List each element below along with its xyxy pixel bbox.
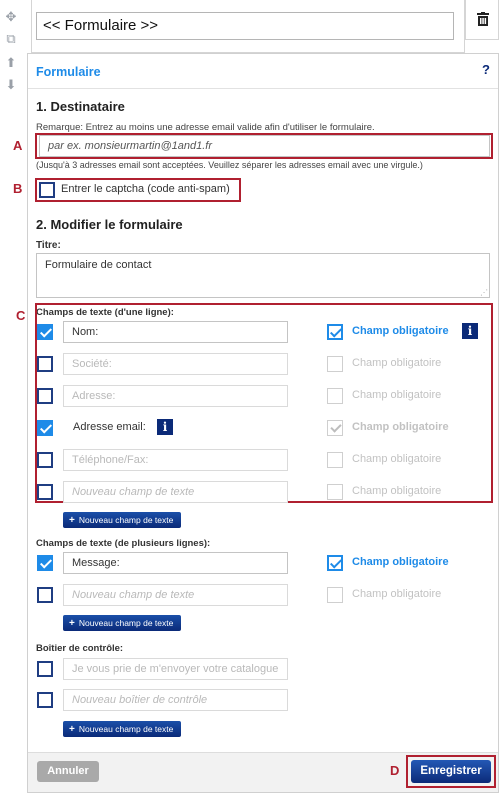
title-label: Titre:: [36, 240, 61, 251]
field-enabled-checkbox[interactable]: [37, 324, 53, 340]
required-label: Champ obligatoire: [352, 556, 449, 568]
field-enabled-checkbox[interactable]: [37, 452, 53, 468]
marker-d: D: [390, 763, 400, 778]
highlight-b: [35, 178, 241, 202]
field-enabled-checkbox[interactable]: [37, 555, 53, 571]
multi-line-heading: Champs de texte (de plusieurs lignes):: [36, 538, 211, 549]
checkbox-option-input[interactable]: Je vous prie de m'envoyer votre catalogu…: [63, 658, 288, 680]
divider: [28, 88, 498, 89]
help-icon[interactable]: ?: [482, 62, 490, 77]
required-label: Champ obligatoire: [352, 453, 442, 465]
field-input-adresse[interactable]: Adresse:: [63, 385, 288, 407]
field-label-email: Adresse email:: [73, 421, 146, 433]
cancel-button[interactable]: Annuler: [37, 761, 99, 782]
required-checkbox[interactable]: [327, 587, 343, 603]
required-label: Champ obligatoire: [352, 357, 442, 369]
required-checkbox: [327, 420, 343, 436]
required-checkbox[interactable]: [327, 356, 343, 372]
field-input-message[interactable]: Message:: [63, 552, 288, 574]
add-button-label: Nouveau champ de texte: [78, 724, 174, 734]
new-checkbox-input[interactable]: Nouveau boîtier de contrôle: [63, 689, 288, 711]
email-hint: (Jusqu'à 3 adresses email sont acceptées…: [36, 160, 423, 170]
required-label: Champ obligatoire: [352, 325, 449, 337]
delete-button[interactable]: [465, 0, 499, 40]
add-checkbox-button[interactable]: + Nouveau champ de texte: [63, 721, 182, 737]
required-checkbox[interactable]: [327, 324, 343, 340]
required-checkbox[interactable]: [327, 388, 343, 404]
checkbox-section-heading: Boîtier de contrôle:: [36, 643, 124, 654]
field-enabled-checkbox[interactable]: [37, 692, 53, 708]
trash-icon: [477, 12, 489, 26]
panel-title: Formulaire: [36, 65, 101, 79]
move-icon[interactable]: ✥: [4, 10, 18, 24]
info-icon[interactable]: i: [462, 323, 478, 339]
new-field-input[interactable]: Nouveau champ de texte: [63, 481, 288, 503]
field-input-societe[interactable]: Société:: [63, 353, 288, 375]
required-label: Champ obligatoire: [352, 421, 449, 433]
arrow-up-icon[interactable]: ⬆: [4, 56, 18, 70]
required-checkbox[interactable]: [327, 555, 343, 571]
required-checkbox[interactable]: [327, 452, 343, 468]
title-textarea[interactable]: Formulaire de contact: [36, 253, 490, 298]
marker-b: B: [13, 181, 23, 196]
add-text-field-button[interactable]: + Nouveau champ de texte: [63, 615, 182, 631]
field-enabled-checkbox[interactable]: [37, 388, 53, 404]
field-input-nom[interactable]: Nom:: [63, 321, 288, 343]
field-enabled-checkbox[interactable]: [37, 484, 53, 500]
duplicate-icon[interactable]: ⧉: [4, 32, 18, 46]
resize-handle-icon[interactable]: ⋰: [480, 288, 488, 297]
plus-icon: +: [69, 515, 75, 526]
new-field-input[interactable]: Nouveau champ de texte: [63, 584, 288, 606]
section-destinataire-heading: 1. Destinataire: [36, 99, 125, 114]
required-label: Champ obligatoire: [352, 588, 442, 600]
section-modifier-heading: 2. Modifier le formulaire: [36, 217, 183, 232]
field-enabled-checkbox[interactable]: [37, 587, 53, 603]
plus-icon: +: [69, 618, 75, 629]
add-text-field-button[interactable]: + Nouveau champ de texte: [63, 512, 182, 528]
field-enabled-checkbox[interactable]: [37, 420, 53, 436]
add-button-label: Nouveau champ de texte: [78, 515, 174, 525]
highlight-d: [406, 755, 496, 788]
highlight-a: [35, 133, 493, 159]
field-input-telephone[interactable]: Téléphone/Fax:: [63, 449, 288, 471]
arrow-down-icon[interactable]: ⬇: [4, 78, 18, 92]
marker-c: C: [16, 308, 26, 323]
plus-icon: +: [69, 724, 75, 735]
info-icon[interactable]: i: [157, 419, 173, 435]
element-title-input[interactable]: << Formulaire >>: [36, 12, 454, 40]
required-label: Champ obligatoire: [352, 389, 442, 401]
marker-a: A: [13, 138, 23, 153]
add-button-label: Nouveau champ de texte: [78, 618, 174, 628]
field-enabled-checkbox[interactable]: [37, 356, 53, 372]
field-enabled-checkbox[interactable]: [37, 661, 53, 677]
required-checkbox[interactable]: [327, 484, 343, 500]
required-label: Champ obligatoire: [352, 485, 442, 497]
remark-text: Remarque: Entrez au moins une adresse em…: [36, 122, 375, 133]
